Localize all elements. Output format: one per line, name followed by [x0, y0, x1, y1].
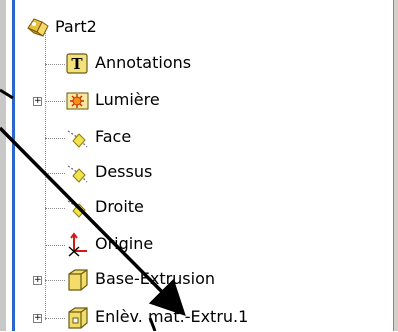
lighting-icon: [66, 92, 89, 110]
svg-text:T: T: [71, 55, 83, 73]
tree-item-label: Droite: [95, 197, 144, 216]
tree-item-face[interactable]: Face: [15, 124, 393, 152]
extrusion-icon: [68, 269, 88, 291]
plane-icon: [67, 200, 88, 218]
feature-manager-tree: Part2 T Annotations + Lumière Face Dessu…: [15, 0, 393, 331]
plane-icon: [67, 165, 88, 183]
tree-item-label: Lumière: [95, 90, 160, 109]
tree-item-origine[interactable]: Origine: [15, 231, 393, 259]
tree-root-label: Part2: [55, 17, 97, 36]
tree-item-annotations[interactable]: T Annotations: [15, 50, 393, 78]
expand-toggle[interactable]: +: [33, 276, 42, 285]
expand-toggle[interactable]: +: [33, 97, 42, 106]
tree-item-cut-extrusion[interactable]: + Enlèv. mat.-Extru.1: [15, 304, 393, 332]
tree-item-label: Annotations: [95, 53, 192, 72]
tree-item-dessus[interactable]: Dessus: [15, 159, 393, 187]
window-edge: [0, 0, 6, 331]
plane-icon: [67, 130, 88, 148]
tree-item-base-extrusion[interactable]: + Base-Extrusion: [15, 266, 393, 294]
expand-toggle[interactable]: +: [33, 314, 42, 323]
tree-item-label: Enlèv. mat.-Extru.1: [95, 307, 249, 326]
cut-extrusion-icon: [68, 307, 88, 329]
tree-item-lumiere[interactable]: + Lumière: [15, 87, 393, 115]
annotations-icon: T: [66, 53, 88, 74]
tree-root-part2[interactable]: Part2: [15, 14, 393, 42]
tree-item-label: Dessus: [95, 162, 153, 181]
part-icon: [27, 18, 49, 37]
origin-icon: [68, 232, 87, 257]
tree-item-droite[interactable]: Droite: [15, 194, 393, 222]
pane-scrollbar-edge[interactable]: [393, 0, 398, 331]
tree-item-label: Base-Extrusion: [95, 269, 216, 288]
tree-item-label: Origine: [95, 234, 154, 253]
tree-item-label: Face: [95, 127, 132, 146]
